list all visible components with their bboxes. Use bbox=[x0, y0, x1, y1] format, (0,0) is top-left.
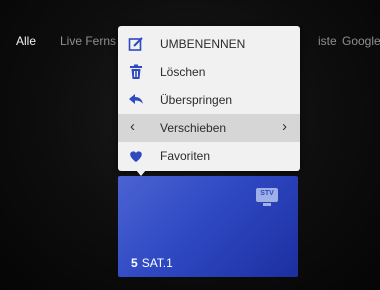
edit-icon bbox=[128, 37, 143, 51]
menu-item-favorites[interactable]: Favoriten bbox=[118, 142, 300, 170]
channel-number: 5 bbox=[131, 256, 138, 270]
channel-name: SAT.1 bbox=[141, 256, 173, 270]
menu-item-label: UMBENENNEN bbox=[160, 37, 246, 51]
channel-logo-icon: STV bbox=[256, 188, 278, 202]
chevron-right-icon[interactable]: › bbox=[282, 118, 287, 135]
tab-liste[interactable]: iste bbox=[318, 34, 337, 48]
tab-alle[interactable]: Alle bbox=[16, 34, 36, 48]
menu-item-delete[interactable]: Löschen bbox=[118, 58, 300, 86]
heart-icon bbox=[130, 151, 142, 162]
menu-item-label: Verschieben bbox=[160, 121, 227, 135]
chevron-left-icon[interactable]: ‹ bbox=[130, 118, 135, 135]
menu-item-rename[interactable]: UMBENENNEN bbox=[118, 30, 300, 58]
menu-item-move[interactable]: ‹ Verschieben › bbox=[118, 114, 300, 142]
channel-context-menu: UMBENENNEN Löschen Überspringen ‹ Versch… bbox=[118, 26, 300, 171]
channel-logo-stand bbox=[263, 203, 271, 206]
menu-item-skip[interactable]: Überspringen bbox=[118, 86, 300, 114]
tab-live-fernsehen[interactable]: Live Ferns bbox=[60, 34, 116, 48]
trash-icon bbox=[130, 64, 142, 79]
tab-google[interactable]: Google bbox=[342, 34, 380, 48]
skip-back-arrow-icon bbox=[129, 94, 143, 104]
menu-item-label: Überspringen bbox=[160, 93, 233, 107]
menu-item-label: Löschen bbox=[160, 65, 206, 79]
channel-title: 5 SAT.1 bbox=[131, 256, 173, 270]
menu-item-label: Favoriten bbox=[160, 149, 211, 163]
channel-card[interactable]: STV 5 SAT.1 bbox=[118, 176, 298, 277]
